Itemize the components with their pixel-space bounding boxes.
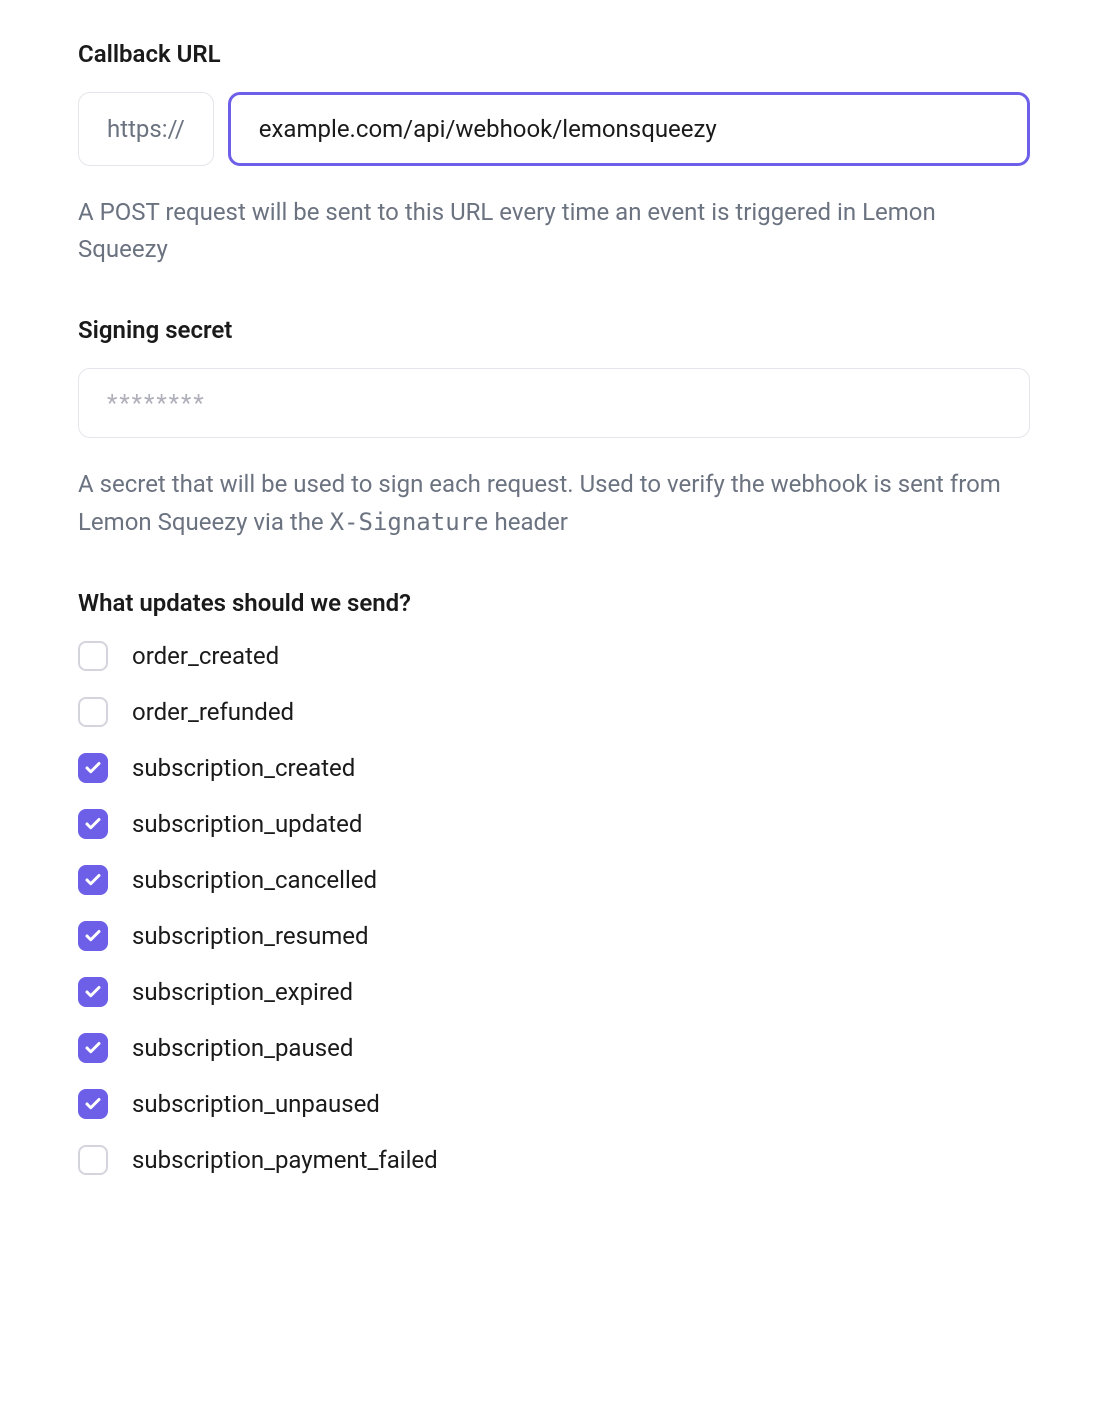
- help-text-code: X-Signature: [330, 508, 489, 536]
- checkbox-order_created[interactable]: [78, 641, 108, 671]
- checkbox-subscription_expired[interactable]: [78, 977, 108, 1007]
- checkbox-item-subscription_created: subscription_created: [78, 753, 1030, 783]
- checkbox-label: subscription_updated: [132, 810, 362, 838]
- checkbox-order_refunded[interactable]: [78, 697, 108, 727]
- checkbox-label: subscription_payment_failed: [132, 1146, 438, 1174]
- checkbox-label: order_refunded: [132, 698, 294, 726]
- checkbox-label: subscription_expired: [132, 978, 353, 1006]
- checkbox-label: subscription_resumed: [132, 922, 369, 950]
- checkbox-item-subscription_payment_failed: subscription_payment_failed: [78, 1145, 1030, 1175]
- checkbox-subscription_resumed[interactable]: [78, 921, 108, 951]
- check-icon: [84, 927, 102, 945]
- checkbox-item-subscription_resumed: subscription_resumed: [78, 921, 1030, 951]
- url-prefix: https://: [78, 92, 214, 166]
- signing-secret-label: Signing secret: [78, 316, 1030, 344]
- check-icon: [84, 871, 102, 889]
- checkbox-item-subscription_expired: subscription_expired: [78, 977, 1030, 1007]
- checkbox-item-subscription_paused: subscription_paused: [78, 1033, 1030, 1063]
- check-icon: [84, 759, 102, 777]
- check-icon: [84, 1039, 102, 1057]
- callback-url-help: A POST request will be sent to this URL …: [78, 194, 1030, 268]
- checkbox-item-subscription_cancelled: subscription_cancelled: [78, 865, 1030, 895]
- checkbox-subscription_unpaused[interactable]: [78, 1089, 108, 1119]
- check-icon: [84, 815, 102, 833]
- checkbox-subscription_paused[interactable]: [78, 1033, 108, 1063]
- check-icon: [84, 983, 102, 1001]
- checkbox-subscription_cancelled[interactable]: [78, 865, 108, 895]
- checkbox-label: subscription_unpaused: [132, 1090, 380, 1118]
- url-input-group: https://: [78, 92, 1030, 166]
- help-text-post: header: [489, 508, 568, 536]
- callback-url-section: Callback URL https:// A POST request wil…: [78, 40, 1030, 268]
- events-label: What updates should we send?: [78, 589, 1030, 617]
- checkbox-list: order_created order_refunded subscription_…: [78, 641, 1030, 1175]
- checkbox-label: order_created: [132, 642, 279, 670]
- callback-url-input[interactable]: [228, 92, 1030, 166]
- check-icon: [84, 1095, 102, 1113]
- checkbox-item-subscription_unpaused: subscription_unpaused: [78, 1089, 1030, 1119]
- checkbox-label: subscription_cancelled: [132, 866, 377, 894]
- checkbox-subscription_payment_failed[interactable]: [78, 1145, 108, 1175]
- checkbox-label: subscription_paused: [132, 1034, 353, 1062]
- checkbox-item-order_created: order_created: [78, 641, 1030, 671]
- checkbox-label: subscription_created: [132, 754, 355, 782]
- checkbox-subscription_created[interactable]: [78, 753, 108, 783]
- checkbox-item-subscription_updated: subscription_updated: [78, 809, 1030, 839]
- events-section: What updates should we send? order_creat…: [78, 589, 1030, 1175]
- signing-secret-section: Signing secret A secret that will be use…: [78, 316, 1030, 540]
- callback-url-label: Callback URL: [78, 40, 1030, 68]
- checkbox-subscription_updated[interactable]: [78, 809, 108, 839]
- checkbox-item-order_refunded: order_refunded: [78, 697, 1030, 727]
- signing-secret-input[interactable]: [78, 368, 1030, 438]
- signing-secret-help: A secret that will be used to sign each …: [78, 466, 1030, 540]
